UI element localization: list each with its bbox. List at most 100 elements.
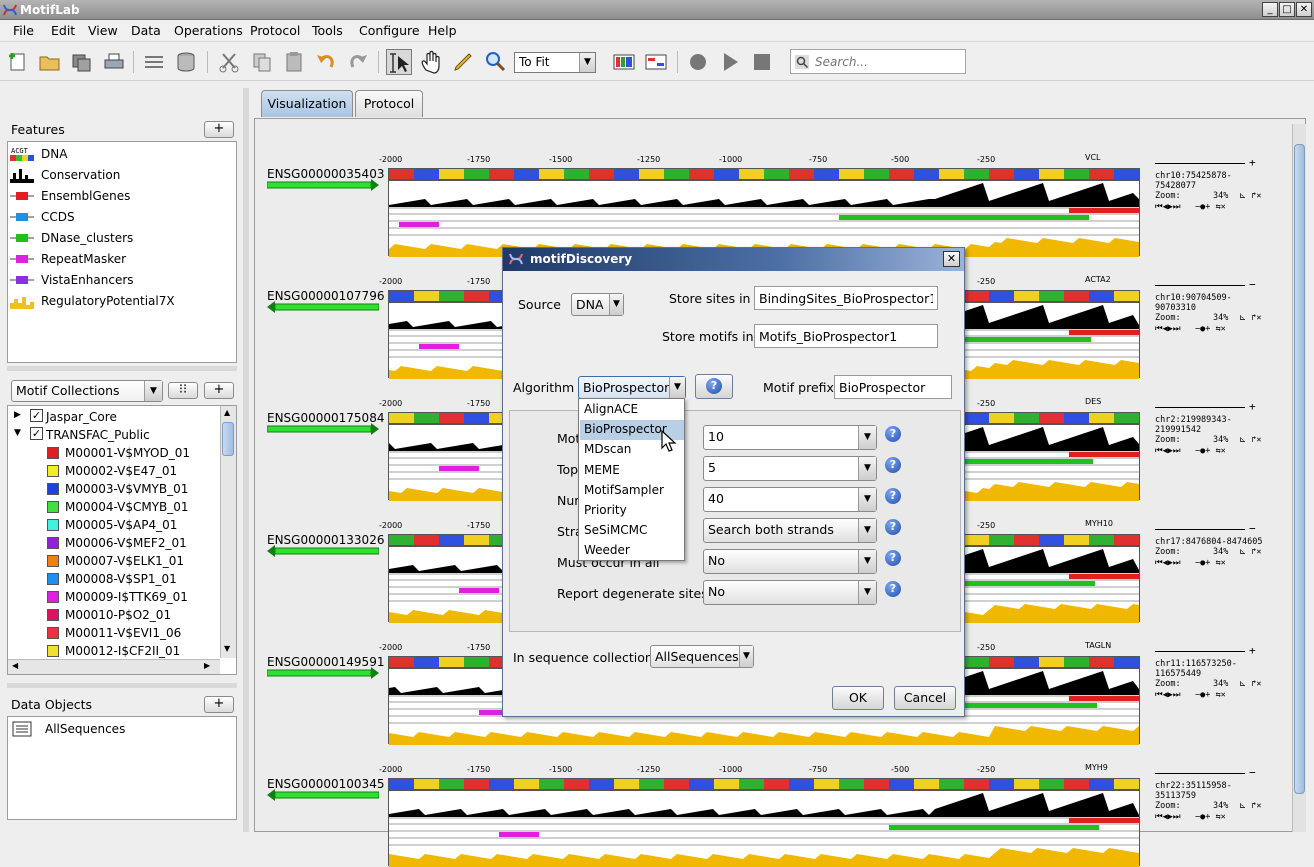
tree-node-transfac-public[interactable]: ▼ ✓ TRANSFAC_Public [14, 426, 214, 444]
source-select[interactable]: DNA ▼ [571, 293, 624, 316]
menu-file[interactable]: File [13, 23, 34, 38]
feature-item-ccds[interactable]: CCDS [8, 207, 228, 228]
zoom-buttons-icon[interactable]: −●+ ⇆✕ [1195, 324, 1226, 334]
draw-pencil-icon[interactable] [450, 49, 476, 75]
close-window-button[interactable]: ✕ [1296, 2, 1312, 17]
motif-item[interactable]: M00003-V$VMYB_01 [14, 480, 214, 498]
motif-collections-select[interactable]: Motif Collections ▼ [11, 380, 163, 402]
feature-item-conservation[interactable]: Conservation [8, 165, 228, 186]
algorithm-option[interactable]: Priority [580, 501, 684, 521]
search-box[interactable] [790, 49, 966, 74]
pan-hand-icon[interactable] [418, 49, 444, 75]
motif-item[interactable]: M00006-V$MEF2_01 [14, 534, 214, 552]
zoom-controls-icon[interactable]: ⊾ ↱✕ [1239, 313, 1261, 323]
zoom-controls-icon[interactable]: ⊾ ↱✕ [1239, 435, 1261, 445]
strand-indicator[interactable]: + [1155, 400, 1265, 415]
expand-arrow-icon[interactable]: ▶ [14, 410, 21, 420]
store-sites-input[interactable] [754, 286, 938, 310]
visualization-scrollbar[interactable] [1292, 124, 1306, 832]
param-value-select[interactable]: Search both strands ▼ [703, 518, 877, 543]
help-icon[interactable]: ? [885, 488, 901, 504]
store-motifs-input[interactable] [754, 324, 938, 348]
motif-item[interactable]: M00005-V$AP4_01 [14, 516, 214, 534]
scroll-controls-icon[interactable]: ⏮◀▶⏭ [1155, 324, 1181, 334]
algorithm-option[interactable]: MotifSampler [580, 481, 684, 501]
cancel-button[interactable]: Cancel [894, 686, 956, 710]
dna-track[interactable] [388, 778, 1140, 790]
add-motif-button[interactable]: + [204, 382, 234, 399]
motif-item[interactable]: M00008-V$SP1_01 [14, 570, 214, 588]
tab-protocol[interactable]: Protocol [355, 90, 423, 117]
horizontal-splitter[interactable] [7, 683, 237, 688]
search-input[interactable] [815, 53, 963, 71]
menu-configure[interactable]: Configure [359, 23, 420, 38]
motif-item[interactable]: M00012-I$CF2II_01 [14, 642, 214, 660]
scroll-controls-icon[interactable]: ⏮◀▶⏭ [1155, 558, 1181, 568]
add-feature-button[interactable]: + [204, 121, 234, 138]
zoom-buttons-icon[interactable]: −●+ ⇆✕ [1195, 690, 1226, 700]
strand-toggle-icon[interactable]: − [1249, 522, 1256, 535]
motif-item[interactable]: M00009-I$TTK69_01 [14, 588, 214, 606]
dna-track[interactable] [388, 168, 1140, 180]
print-icon[interactable] [101, 49, 127, 75]
param-value-select[interactable]: No ▼ [703, 549, 877, 574]
zoom-controls-icon[interactable]: ⊾ ↱✕ [1239, 679, 1261, 689]
menu-data[interactable]: Data [131, 23, 161, 38]
zoom-buttons-icon[interactable]: −●+ ⇆✕ [1195, 558, 1226, 568]
zoom-buttons-icon[interactable]: −●+ ⇆✕ [1195, 202, 1226, 212]
region-layout-icon[interactable] [643, 49, 669, 75]
strand-indicator[interactable]: + [1155, 644, 1265, 659]
strand-toggle-icon[interactable]: + [1249, 156, 1256, 169]
help-icon[interactable]: ? [885, 426, 901, 442]
minimize-button[interactable]: _ [1262, 2, 1278, 17]
zoom-magnifier-icon[interactable] [482, 49, 508, 75]
collapse-arrow-icon[interactable]: ▼ [14, 428, 21, 438]
strand-toggle-icon[interactable]: − [1249, 766, 1256, 779]
strand-indicator[interactable]: − [1155, 278, 1265, 293]
record-icon[interactable] [685, 49, 711, 75]
strand-toggle-icon[interactable]: + [1249, 644, 1256, 657]
color-palette-icon[interactable] [611, 49, 637, 75]
horizontal-splitter[interactable] [7, 366, 237, 371]
feature-item-dna[interactable]: ACGT DNA [8, 144, 228, 165]
feature-item-repeatmasker[interactable]: RepeatMasker [8, 249, 228, 270]
cut-icon[interactable] [216, 49, 242, 75]
motif-item[interactable]: M00001-V$MYOD_01 [14, 444, 214, 462]
ok-button[interactable]: OK [832, 686, 884, 710]
motif-tree-hscrollbar[interactable]: ◀ ▶ [8, 659, 220, 674]
motif-item[interactable]: M00002-V$E47_01 [14, 462, 214, 480]
menu-help[interactable]: Help [428, 23, 457, 38]
open-folder-icon[interactable] [37, 49, 63, 75]
vertical-splitter[interactable] [243, 88, 249, 832]
feature-tracks[interactable] [388, 180, 1140, 257]
algorithm-option[interactable]: AlignACE [580, 400, 684, 420]
play-icon[interactable] [717, 49, 743, 75]
algorithm-select[interactable]: BioProspector ▼ [578, 376, 686, 399]
copy-icon[interactable] [249, 49, 275, 75]
database-icon[interactable] [173, 49, 199, 75]
zoom-level-select[interactable]: To Fit ▼ [514, 52, 596, 73]
feature-tracks[interactable] [388, 790, 1140, 867]
tab-visualization[interactable]: Visualization [261, 90, 353, 117]
zoom-controls-icon[interactable]: ⊾ ↱✕ [1239, 547, 1261, 557]
algorithm-option[interactable]: SeSiMCMC [580, 521, 684, 541]
param-value-select[interactable]: No ▼ [703, 580, 877, 605]
zoom-buttons-icon[interactable]: −●+ ⇆✕ [1195, 812, 1226, 822]
scroll-controls-icon[interactable]: ⏮◀▶⏭ [1155, 446, 1181, 456]
paste-icon[interactable] [281, 49, 307, 75]
maximize-button[interactable]: □ [1279, 2, 1295, 17]
sequence-tracks-icon[interactable] [141, 49, 167, 75]
dialog-close-button[interactable]: ✕ [943, 251, 960, 267]
checkbox-jaspar-core[interactable]: ✓ [30, 409, 43, 422]
strand-indicator[interactable]: + [1155, 156, 1265, 171]
strand-toggle-icon[interactable]: − [1249, 278, 1256, 291]
param-value-select[interactable]: 10 ▼ [703, 425, 877, 450]
menu-protocol[interactable]: Protocol [250, 23, 300, 38]
menu-tools[interactable]: Tools [312, 23, 343, 38]
motif-item[interactable]: M00010-P$O2_01 [14, 606, 214, 624]
tree-node-jaspar-core[interactable]: ▶ ✓ Jaspar_Core [14, 408, 214, 426]
scroll-controls-icon[interactable]: ⏮◀▶⏭ [1155, 202, 1181, 212]
strand-indicator[interactable]: − [1155, 766, 1265, 781]
help-icon[interactable]: ? [885, 581, 901, 597]
scroll-controls-icon[interactable]: ⏮◀▶⏭ [1155, 812, 1181, 822]
